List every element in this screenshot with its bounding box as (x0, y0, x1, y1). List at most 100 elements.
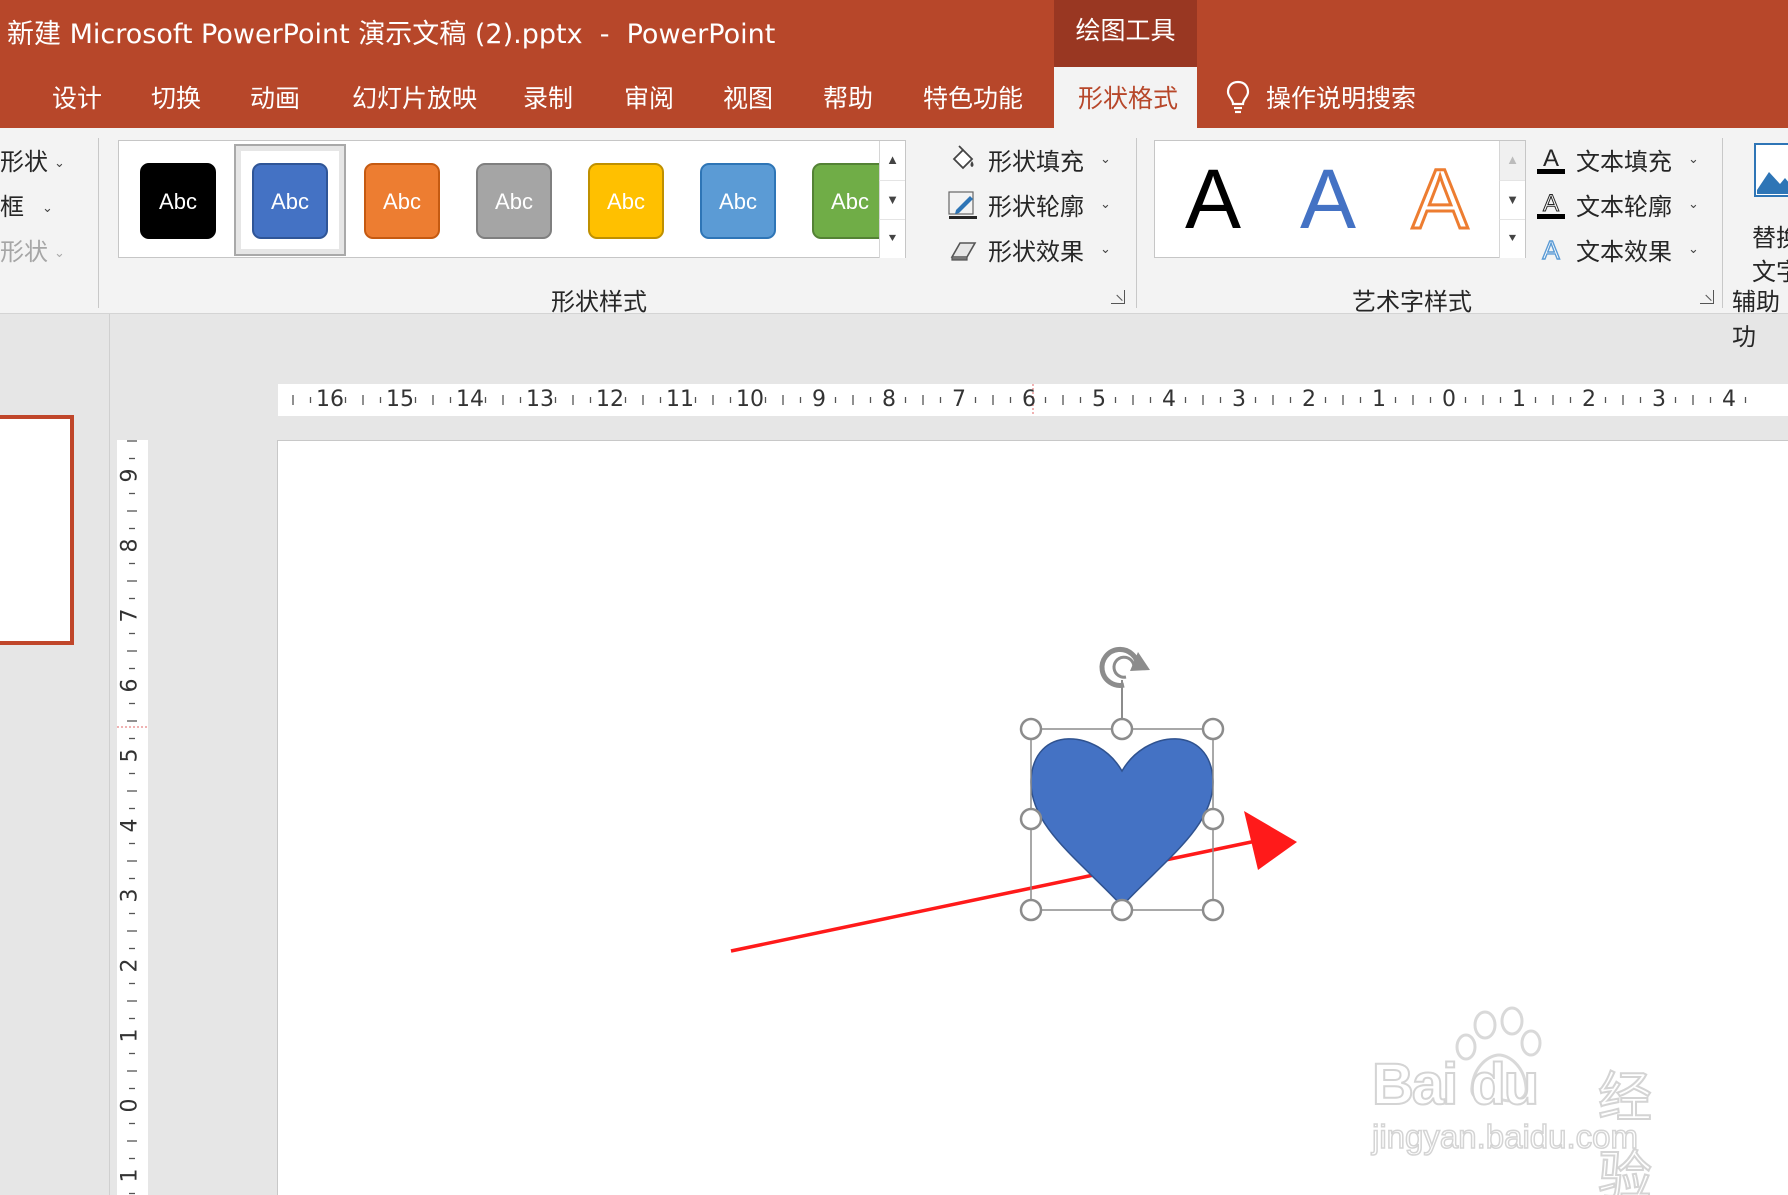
resize-handle[interactable] (1019, 807, 1043, 831)
resize-handle[interactable] (1110, 898, 1134, 922)
tab-design[interactable]: 设计 (52, 79, 102, 115)
text-box-label: 框 (0, 193, 24, 221)
text-box-button[interactable]: 框 ⌄ (0, 187, 53, 222)
shape-styles-group-label: 形状样式 (551, 288, 647, 316)
wordart-styles-dialog-launcher[interactable] (1700, 290, 1714, 304)
vertical-ruler[interactable]: 9 8 7 6 5 4 3 2 1 0 1 (117, 440, 148, 1195)
shape-effects-label: 形状效果 (988, 238, 1084, 266)
ruler-label: 0 (117, 1098, 143, 1113)
tab-shape-format[interactable]: 形状格式 (1054, 67, 1197, 128)
ruler-label: 9 (812, 387, 826, 412)
shape-style-swatch[interactable]: Abc (252, 163, 328, 239)
slide-thumbnail-pane (0, 314, 110, 1195)
shape-styles-gallery: Abc Abc Abc Abc Abc Abc Abc ▲ ▼ ⯆ (118, 140, 906, 258)
ribbon-tab-strip: 设计 切换 动画 幻灯片放映 录制 审阅 视图 帮助 特色功能 形状格式 操作说… (0, 67, 1788, 128)
resize-handle[interactable] (1201, 717, 1225, 741)
ruler-label: 4 (1722, 387, 1736, 412)
resize-handle[interactable] (1201, 898, 1225, 922)
chevron-down-icon: ⌄ (1688, 197, 1699, 212)
text-outline-icon: A (1536, 189, 1566, 220)
baidu-jingyan-watermark: Bai du 经验 jingyan.baidu.com (1371, 1003, 1702, 1195)
resize-handle[interactable] (1019, 898, 1043, 922)
shape-style-swatch[interactable]: Abc (588, 163, 664, 239)
shape-style-swatch[interactable]: Abc (140, 163, 216, 239)
window-title: 新建 Microsoft PowerPoint 演示文稿 (2).pptx - … (7, 19, 776, 50)
ribbon: 形状 ⌄ 框 ⌄ 形状 ⌄ Abc Abc Abc Abc Abc Abc Abc ▲… (0, 128, 1788, 351)
svg-text:A: A (1542, 235, 1560, 265)
ruler-label: 5 (1092, 387, 1106, 412)
ruler-label: 1 (117, 1168, 143, 1183)
ruler-label: 9 (117, 468, 143, 483)
wordart-scroll-down-button[interactable]: ▼ (1499, 180, 1525, 219)
tell-me-search[interactable]: 操作说明搜索 (1226, 79, 1416, 115)
wordart-styles-group-label: 艺术字样式 (1352, 288, 1472, 316)
gallery-scroll-up-button[interactable]: ▲ (879, 141, 905, 180)
tab-slideshow[interactable]: 幻灯片放映 (352, 79, 477, 115)
ruler-label: 3 (1652, 387, 1666, 412)
tab-view[interactable]: 视图 (723, 79, 773, 115)
text-fill-button[interactable]: A 文本填充 ⌄ (1536, 142, 1699, 177)
ruler-label: 4 (1162, 387, 1176, 412)
resize-handle[interactable] (1019, 717, 1043, 741)
alt-text-label-line1: 替换 (1752, 224, 1788, 252)
wordart-style-orange-outline[interactable]: A (1410, 149, 1469, 249)
ruler-label: 6 (117, 678, 143, 693)
text-outline-button[interactable]: A 文本轮廓 ⌄ (1536, 187, 1699, 222)
ruler-label: 2 (1302, 387, 1316, 412)
drawing-tools-context-label: 绘图工具 (1054, 0, 1197, 67)
shape-style-swatch[interactable]: Abc (700, 163, 776, 239)
shape-style-swatch[interactable]: Abc (476, 163, 552, 239)
resize-handle[interactable] (1110, 717, 1134, 741)
gallery-scroll-down-button[interactable]: ▼ (879, 180, 905, 219)
tell-me-label: 操作说明搜索 (1266, 84, 1417, 113)
ruler-label: 1 (117, 1028, 143, 1043)
horizontal-ruler[interactable]: 16 15 14 13 12 11 10 9 8 7 6 5 4 3 2 1 0 1 2 3 4 (278, 384, 1788, 416)
ruler-label: 10 (736, 387, 764, 412)
shape-style-swatch[interactable]: Abc (812, 163, 888, 239)
ruler-label: 3 (117, 888, 143, 903)
chevron-down-icon: ⌄ (1688, 152, 1699, 167)
tab-animations[interactable]: 动画 (250, 79, 300, 115)
edit-shape-button[interactable]: 形状 ⌄ (0, 142, 65, 177)
group-separator (1136, 138, 1137, 308)
merge-shapes-button[interactable]: 形状 ⌄ (0, 232, 65, 267)
red-annotation-arrow (730, 811, 1297, 953)
tab-special-features[interactable]: 特色功能 (923, 79, 1023, 115)
gallery-more-button[interactable]: ⯆ (879, 219, 905, 258)
watermark-url: jingyan.baidu.com (1371, 1117, 1639, 1156)
ruler-label: 0 (1442, 387, 1456, 412)
pencil-icon (948, 190, 978, 220)
wordart-scroll-up-button[interactable]: ▲ (1499, 141, 1525, 180)
shape-styles-dialog-launcher[interactable] (1111, 290, 1125, 304)
tab-help[interactable]: 帮助 (823, 79, 873, 115)
text-fill-label: 文本填充 (1576, 148, 1672, 176)
ruler-label: 14 (456, 387, 484, 412)
shape-effects-icon (948, 235, 978, 265)
ruler-label: 16 (316, 387, 344, 412)
ruler-label: 2 (117, 958, 143, 973)
chevron-down-icon: ⌄ (1100, 242, 1111, 257)
ruler-label: 1 (1512, 387, 1526, 412)
shape-style-swatch[interactable]: Abc (364, 163, 440, 239)
text-effects-button[interactable]: A 文本效果 ⌄ (1536, 232, 1699, 267)
ruler-label: 4 (117, 818, 143, 833)
shape-fill-button[interactable]: 形状填充 ⌄ (948, 142, 1111, 177)
alt-text-button[interactable]: 替换 文字 (1748, 142, 1788, 286)
rotate-handle-icon[interactable] (1099, 646, 1150, 688)
ruler-label: 3 (1232, 387, 1246, 412)
tab-transitions[interactable]: 切换 (151, 79, 201, 115)
tab-review[interactable]: 审阅 (624, 79, 674, 115)
tab-record[interactable]: 录制 (523, 79, 573, 115)
svg-text:A: A (1543, 145, 1559, 172)
alt-text-icon (1752, 142, 1788, 205)
wordart-style-blue[interactable]: A (1300, 149, 1356, 249)
wordart-style-black[interactable]: A (1185, 149, 1241, 249)
text-effects-icon: A (1536, 234, 1566, 265)
shape-effects-button[interactable]: 形状效果 ⌄ (948, 232, 1111, 267)
resize-handle[interactable] (1201, 807, 1225, 831)
wordart-more-button[interactable]: ⯆ (1499, 219, 1525, 258)
shape-outline-button[interactable]: 形状轮廓 ⌄ (948, 187, 1111, 222)
slide-thumbnail[interactable] (0, 415, 74, 645)
wordart-styles-gallery: A A A ▲ ▼ ⯆ (1154, 140, 1526, 258)
chevron-down-icon: ⌄ (1100, 152, 1111, 167)
